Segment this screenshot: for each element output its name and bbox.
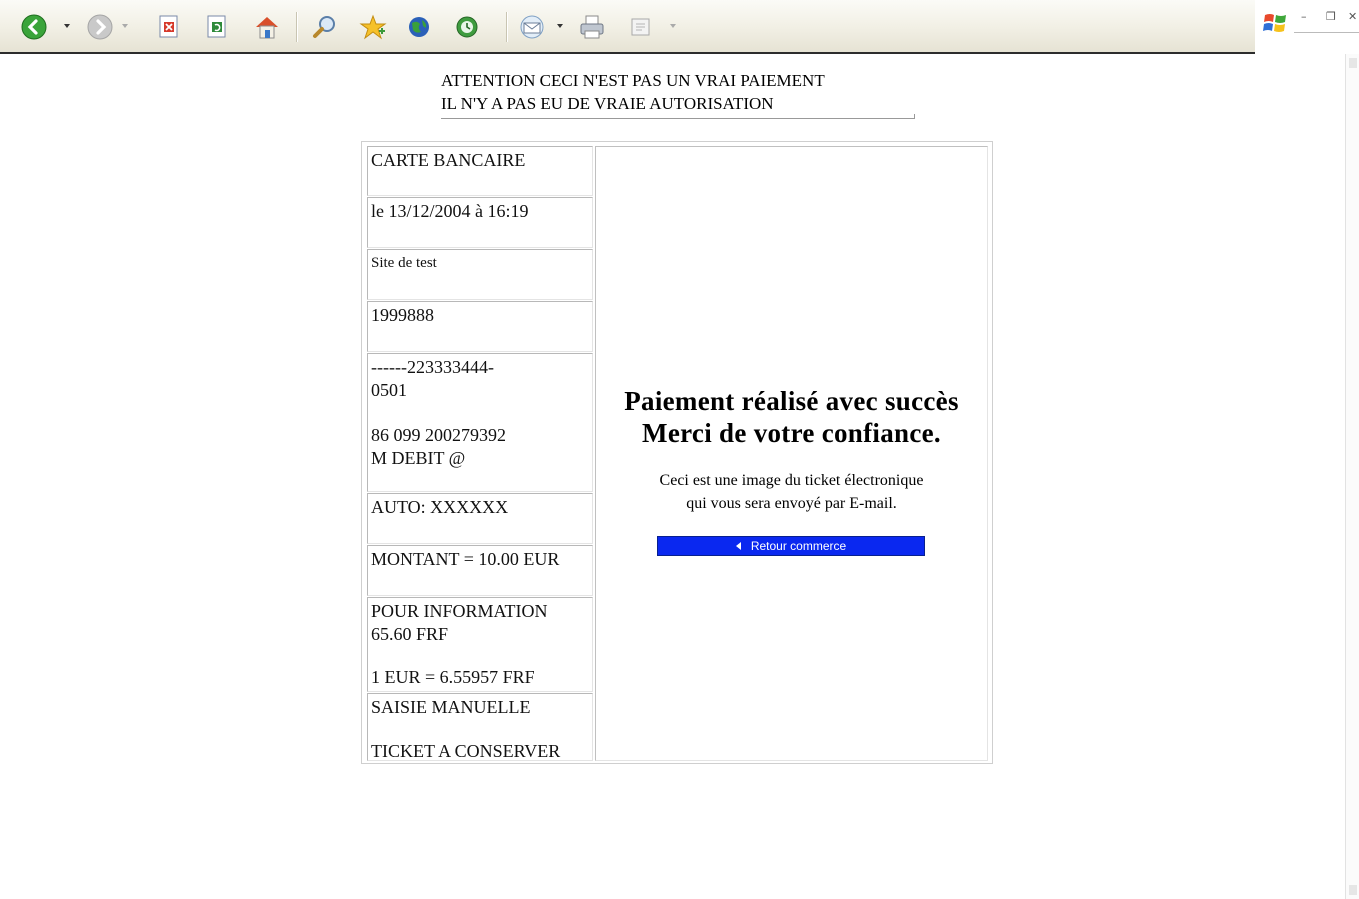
- merchant-cell: Site de test: [367, 249, 593, 300]
- history-icon[interactable]: [452, 14, 482, 40]
- keep-ticket-note: TICKET A CONSERVER: [371, 741, 561, 761]
- auth-cell: AUTO: XXXXXX: [367, 493, 593, 544]
- merchant-id: 1999888: [371, 305, 434, 325]
- success-title: Paiement réalisé avec succès: [624, 386, 959, 416]
- mail-icon[interactable]: [516, 14, 548, 40]
- back-to-shop-button[interactable]: Retour commerce: [657, 536, 925, 556]
- thanks-message: Merci de votre confiance.: [642, 418, 941, 448]
- scroll-up-button[interactable]: [1349, 58, 1357, 68]
- payment-result: Paiement réalisé avec succès Merci de vo…: [595, 146, 988, 761]
- transaction-datetime: le 13/12/2004 à 16:19: [371, 201, 529, 221]
- minimize-icon[interactable]: –: [1301, 10, 1307, 23]
- email-note: Ceci est une image du ticket électroniqu…: [596, 469, 987, 515]
- entry-mode: SAISIE MANUELLE: [371, 697, 531, 717]
- home-icon[interactable]: [252, 14, 282, 40]
- window-divider: [1294, 32, 1359, 33]
- media-icon[interactable]: [404, 14, 434, 40]
- scroll-down-button[interactable]: [1349, 885, 1357, 895]
- toolbar-separator: [296, 12, 298, 42]
- warning-line-2: IL N'Y A PAS EU DE VRAIE AUTORISATION: [441, 94, 774, 113]
- print-icon[interactable]: [576, 14, 608, 40]
- merchant-name: Site de test: [371, 255, 437, 271]
- back-to-shop-label: Retour commerce: [750, 539, 847, 553]
- refresh-icon[interactable]: [204, 14, 230, 40]
- windows-logo-icon: [1262, 12, 1288, 34]
- info-cell: POUR INFORMATION 65.60 FRF 1 EUR = 6.559…: [367, 597, 593, 692]
- toolbar-separator: [506, 12, 508, 42]
- edit-icon[interactable]: [628, 14, 654, 40]
- warning-line-1: ATTENTION CECI N'EST PAS UN VRAI PAIEMEN…: [441, 71, 825, 90]
- favorites-icon[interactable]: [358, 14, 388, 40]
- card-type: CARTE BANCAIRE: [371, 150, 526, 170]
- edit-dropdown-icon[interactable]: [670, 24, 676, 28]
- card-type-cell: CARTE BANCAIRE: [367, 146, 593, 196]
- back-icon[interactable]: [20, 14, 48, 40]
- exchange-rate: 1 EUR = 6.55957 FRF: [371, 667, 535, 687]
- search-icon[interactable]: [310, 14, 340, 40]
- card-number-cell: ------223333444- 0501 86 099 200279392 M…: [367, 353, 593, 492]
- vertical-scrollbar[interactable]: [1345, 54, 1359, 899]
- reference-line-2: M DEBIT @: [371, 448, 466, 468]
- close-icon[interactable]: ✕: [1348, 10, 1357, 23]
- reference-line-1: 86 099 200279392: [371, 425, 506, 445]
- payment-ticket: CARTE BANCAIRE le 13/12/2004 à 16:19 Sit…: [361, 141, 993, 764]
- left-arrow-icon: [735, 542, 741, 550]
- email-note-line-2: qui vous sera envoyé par E-mail.: [686, 495, 897, 512]
- info-line-2: 65.60 FRF: [371, 624, 449, 644]
- entry-cell: SAISIE MANUELLE TICKET A CONSERVER: [367, 693, 593, 761]
- restore-icon[interactable]: ❒: [1326, 10, 1336, 23]
- datetime-cell: le 13/12/2004 à 16:19: [367, 197, 593, 248]
- mail-dropdown-icon[interactable]: [557, 24, 563, 28]
- success-message: Paiement réalisé avec succès Merci de vo…: [596, 385, 987, 449]
- amount: MONTANT = 10.00 EUR: [371, 549, 560, 569]
- card-number-line-2: 0501: [371, 380, 407, 400]
- forward-dropdown-icon[interactable]: [122, 24, 128, 28]
- back-dropdown-icon[interactable]: [64, 24, 70, 28]
- amount-cell: MONTANT = 10.00 EUR: [367, 545, 593, 596]
- card-number-line-1: ------223333444-: [371, 357, 494, 377]
- test-warning: ATTENTION CECI N'EST PAS UN VRAI PAIEMEN…: [441, 69, 915, 119]
- email-note-line-1: Ceci est une image du ticket électroniqu…: [659, 472, 924, 489]
- stop-icon[interactable]: [156, 14, 182, 40]
- authorization-code: AUTO: XXXXXX: [371, 497, 509, 517]
- browser-toolbar: [0, 0, 1255, 54]
- info-line-1: POUR INFORMATION: [371, 601, 548, 621]
- forward-icon[interactable]: [86, 14, 114, 40]
- ticket-details: CARTE BANCAIRE le 13/12/2004 à 16:19 Sit…: [367, 146, 595, 761]
- merchant-id-cell: 1999888: [367, 301, 593, 352]
